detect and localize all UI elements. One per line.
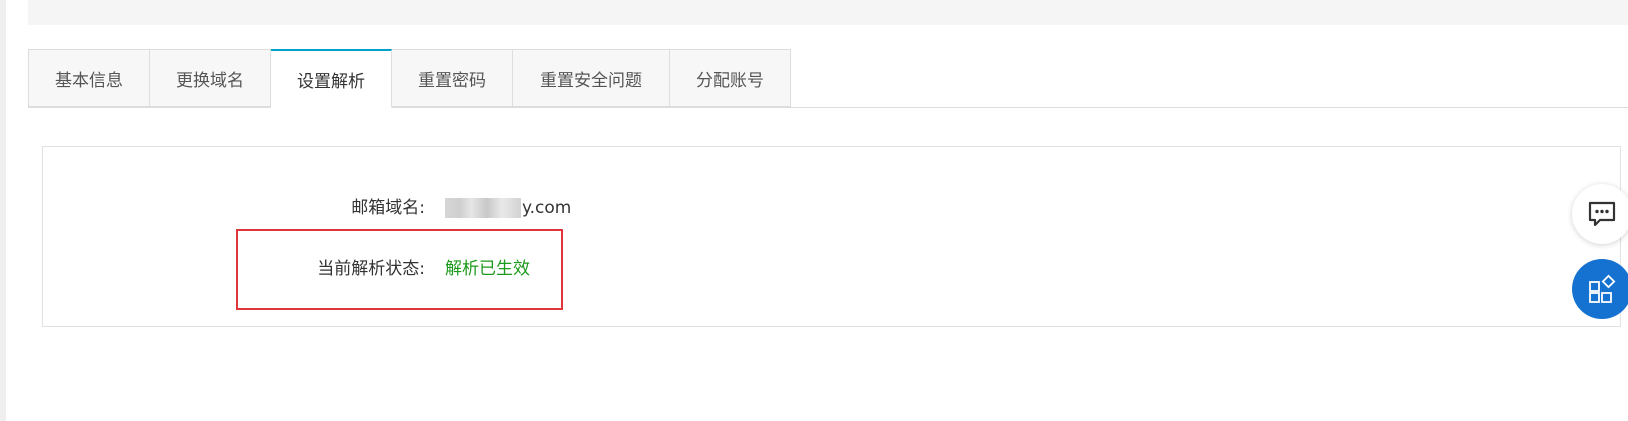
domain-row: 邮箱域名: y.com <box>43 196 643 220</box>
domain-label: 邮箱域名: <box>351 198 425 218</box>
apps-grid-icon <box>1589 274 1616 303</box>
domain-value-suffix: y.com <box>522 198 572 218</box>
chat-bubble-icon <box>1588 201 1616 227</box>
left-edge-strip <box>0 0 6 421</box>
apps-button[interactable] <box>1572 259 1628 319</box>
page: 基本信息 更换域名 设置解析 重置密码 重置安全问题 分配账号 邮箱域名: y.… <box>0 0 1628 421</box>
dns-settings-panel: 邮箱域名: y.com 当前解析状态: 解析已生效 <box>42 146 1621 327</box>
status-value: 解析已生效 <box>445 259 530 279</box>
redacted-text <box>445 198 521 218</box>
tab-dns-settings[interactable]: 设置解析 <box>271 49 392 108</box>
tab-bar-divider <box>28 107 1628 108</box>
domain-value: y.com <box>445 196 571 220</box>
tab-assign-account[interactable]: 分配账号 <box>670 49 791 107</box>
chat-button[interactable] <box>1572 184 1628 244</box>
tab-basic-info[interactable]: 基本信息 <box>28 49 150 107</box>
tab-reset-password[interactable]: 重置密码 <box>392 49 513 107</box>
top-header-band <box>28 0 1628 25</box>
status-row: 当前解析状态: 解析已生效 <box>43 257 643 281</box>
tab-change-domain[interactable]: 更换域名 <box>150 49 271 107</box>
tab-reset-security-question[interactable]: 重置安全问题 <box>513 49 670 107</box>
status-label: 当前解析状态: <box>317 259 425 279</box>
tab-bar: 基本信息 更换域名 设置解析 重置密码 重置安全问题 分配账号 <box>28 49 791 108</box>
